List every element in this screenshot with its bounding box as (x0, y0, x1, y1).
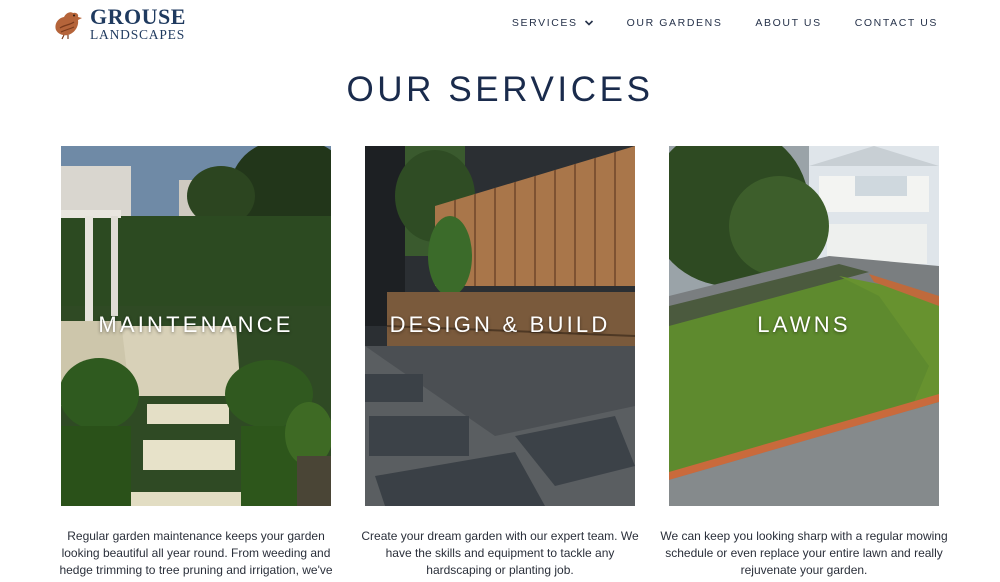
chevron-down-icon (584, 20, 593, 26)
nav-our-gardens[interactable]: OUR GARDENS (627, 17, 723, 29)
nav-about-us[interactable]: ABOUT US (755, 17, 821, 29)
main-nav: SERVICES OUR GARDENS ABOUT US CONTACT US (512, 17, 938, 29)
nav-services[interactable]: SERVICES (512, 17, 594, 29)
nav-contact-us[interactable]: CONTACT US (855, 17, 938, 29)
grouse-bird-icon (55, 12, 82, 40)
service-card-maintenance[interactable]: MAINTENANCE (61, 146, 331, 506)
service-description-design-build: Create your dream garden with our expert… (361, 529, 639, 577)
service-card-label: DESIGN & BUILD (389, 312, 611, 337)
page-title: OUR SERVICES (346, 70, 654, 109)
service-card-label: LAWNS (757, 312, 851, 337)
brand-name-line2: LANDSCAPES (90, 27, 186, 43)
service-card-lawns[interactable]: LAWNS (669, 146, 939, 506)
brand-name-line1: GROUSE (90, 4, 186, 30)
brand-logo[interactable]: GROUSE LANDSCAPES (52, 6, 186, 42)
site-header: GROUSE LANDSCAPES SERVICES OUR GARDENS A… (0, 0, 1000, 52)
service-card-label: MAINTENANCE (98, 312, 294, 337)
service-description-maintenance: Regular garden maintenance keeps your ga… (59, 529, 333, 577)
service-description-lawns: We can keep you looking sharp with a reg… (660, 529, 948, 577)
service-card-design-build[interactable]: DESIGN & BUILD (365, 146, 635, 506)
nav-services-label: SERVICES (511, 17, 578, 29)
